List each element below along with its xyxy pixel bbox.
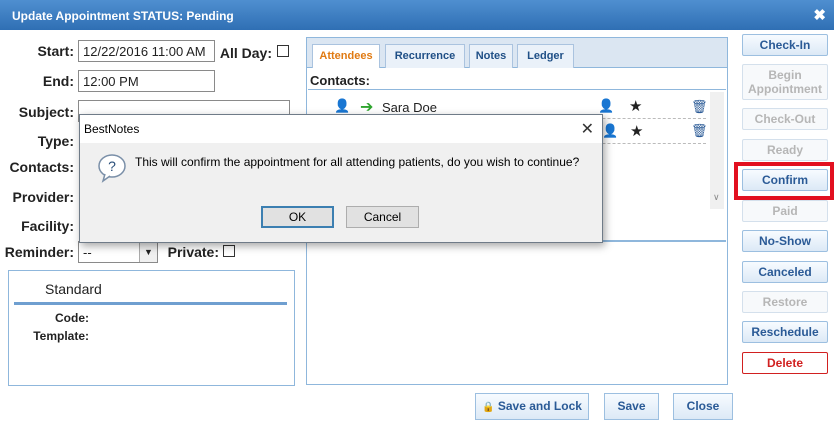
end-label: End:: [42, 73, 74, 89]
private-checkbox[interactable]: [223, 245, 235, 257]
attendee-name[interactable]: Sara Doe: [382, 100, 437, 115]
delete-button[interactable]: Delete: [742, 352, 828, 374]
provider-label: Provider:: [12, 189, 74, 205]
question-icon: ?: [98, 154, 126, 183]
person-search-icon[interactable]: 👤: [598, 98, 614, 114]
canceled-button[interactable]: Canceled: [742, 261, 828, 283]
star-icon[interactable]: ★: [630, 122, 643, 140]
chevron-down-icon[interactable]: ∨: [713, 192, 720, 203]
dialog-title-bar: BestNotes ✕: [80, 115, 602, 143]
end-input[interactable]: 12:00 PM: [78, 70, 215, 92]
restore-button[interactable]: Restore: [742, 291, 828, 313]
chevron-down-icon[interactable]: ▼: [139, 242, 157, 262]
confirm-dialog: BestNotes ✕ ? This will confirm the appo…: [79, 114, 603, 243]
close-icon[interactable]: ✕: [581, 119, 594, 139]
private-label: Private:: [167, 244, 219, 260]
close-icon[interactable]: ✖: [813, 6, 826, 24]
start-label: Start:: [37, 43, 74, 59]
standard-title: Standard: [45, 281, 102, 297]
standard-panel: Standard Code: Template:: [8, 270, 295, 386]
check-in-button[interactable]: Check-In: [742, 34, 828, 56]
window-title: Update Appointment STATUS: Pending: [12, 9, 234, 23]
save-and-lock-button[interactable]: 🔒 Save and Lock: [475, 393, 589, 420]
facility-label: Facility:: [21, 218, 74, 234]
subject-label: Subject:: [18, 104, 74, 120]
close-button[interactable]: Close: [673, 393, 733, 420]
lock-icon: 🔒: [482, 402, 495, 413]
save-button[interactable]: Save: [604, 393, 659, 420]
tab-attendees[interactable]: Attendees: [312, 44, 380, 68]
begin-appointment-button[interactable]: Begin Appointment: [742, 64, 828, 100]
dialog-message: This will confirm the appointment for al…: [135, 155, 580, 169]
tab-strip: Attendees Recurrence Notes Ledger: [307, 38, 727, 68]
divider: [308, 89, 726, 90]
trash-icon[interactable]: 🗑: [691, 123, 708, 139]
reminder-select[interactable]: -- ▼: [78, 241, 158, 263]
tab-recurrence[interactable]: Recurrence: [385, 44, 465, 68]
cancel-button[interactable]: Cancel: [346, 206, 419, 228]
tab-notes[interactable]: Notes: [469, 44, 513, 68]
trash-icon[interactable]: 🗑: [691, 99, 708, 115]
ok-button[interactable]: OK: [261, 206, 334, 228]
check-out-button[interactable]: Check-Out: [742, 108, 828, 130]
paid-button[interactable]: Paid: [742, 200, 828, 222]
reminder-label: Reminder:: [4, 244, 74, 260]
window-title-bar: Update Appointment STATUS: Pending ✖: [0, 0, 834, 30]
type-label: Type:: [37, 133, 74, 149]
ready-button[interactable]: Ready: [742, 139, 828, 161]
divider: [14, 302, 287, 305]
allday-label: All Day:: [219, 45, 272, 61]
contacts-heading: Contacts:: [310, 73, 370, 88]
svg-text:?: ?: [108, 158, 116, 174]
allday-checkbox[interactable]: [277, 45, 289, 57]
reminder-value: --: [83, 245, 92, 260]
reschedule-button[interactable]: Reschedule: [742, 321, 828, 343]
dialog-title: BestNotes: [84, 122, 140, 136]
code-label: Code:: [55, 311, 89, 325]
scrollbar[interactable]: ∨: [710, 92, 724, 209]
start-input[interactable]: 12/22/2016 11:00 AM: [78, 40, 215, 62]
contacts-label: Contacts:: [9, 159, 74, 175]
template-label: Template:: [33, 329, 89, 343]
confirm-button[interactable]: Confirm: [742, 169, 828, 191]
tab-ledger[interactable]: Ledger: [517, 44, 574, 68]
no-show-button[interactable]: No-Show: [742, 230, 828, 252]
person-icon[interactable]: 👤: [602, 123, 618, 139]
patient-icon: 👤: [334, 98, 351, 113]
star-cancel-icon[interactable]: ★: [629, 97, 642, 115]
save-and-lock-label: Save and Lock: [497, 399, 582, 413]
